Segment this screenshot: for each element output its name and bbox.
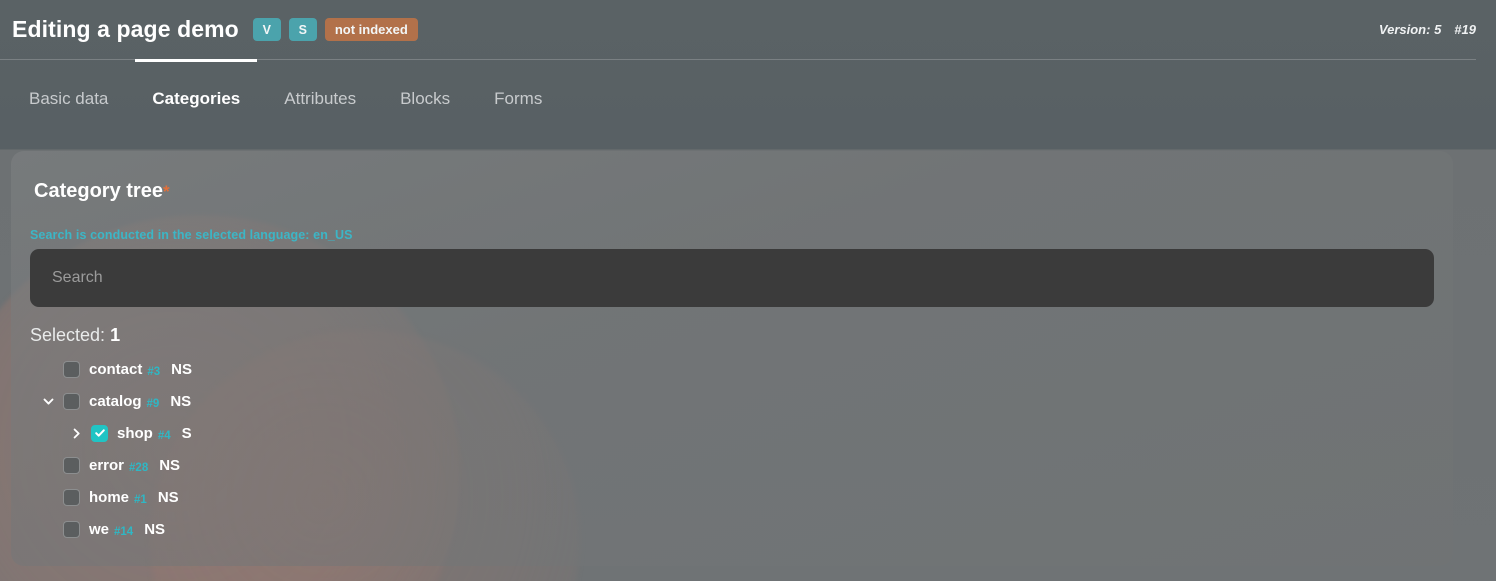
tree-node-id: #9: [146, 398, 160, 410]
chevron-right-icon[interactable]: [65, 427, 87, 440]
search-input[interactable]: [30, 249, 1434, 307]
tree-node-label[interactable]: contact: [89, 361, 142, 378]
category-tree-card: Category tree* Search is conducted in th…: [11, 151, 1453, 566]
page-header: Editing a page demo V Snot indexed Versio…: [0, 0, 1496, 59]
tree-node-id: #3: [147, 366, 161, 378]
checkbox-unchecked[interactable]: [63, 488, 80, 506]
page-title: Editing a page demo: [12, 16, 239, 42]
tree-node-id: #28: [129, 462, 149, 474]
selected-count-line: Selected: 1: [30, 325, 1432, 346]
tab-forms[interactable]: Forms: [494, 60, 542, 138]
version-label: Version: 5: [1378, 22, 1442, 37]
tab-bar: Basic data Categories Attributes Blocks Form…: [0, 59, 1496, 138]
header-badge-not-indexed: not indexed: [324, 18, 418, 41]
card-title: Category tree*: [34, 180, 1432, 203]
checkbox-checked[interactable]: [91, 424, 108, 442]
header-version-info: Version: 5 #19: [1379, 22, 1476, 37]
tree-node-flag: NS: [171, 360, 192, 378]
record-id-label: #19: [1454, 22, 1476, 37]
chevron-down-icon[interactable]: [37, 395, 59, 408]
tree-node-flag: NS: [170, 392, 192, 410]
tree-node-flag: NS: [159, 456, 181, 474]
header-badge-s: S: [288, 18, 317, 41]
tree-node-label[interactable]: we: [89, 521, 109, 538]
tree-node-flag: S: [181, 424, 192, 442]
tree-node-label[interactable]: shop: [117, 425, 153, 442]
tree-node-id: #4: [157, 430, 171, 442]
search-language-hint: Search is conducted in the selected lang…: [30, 228, 353, 242]
tree-row: catalog #9 NS: [32, 385, 1432, 417]
tree-row: we #14 NS: [32, 513, 1432, 545]
tree-node-label[interactable]: catalog: [89, 393, 142, 410]
tree-row: error #28 NS: [32, 449, 1432, 481]
selected-count-value: 1: [110, 325, 121, 345]
header-badges: V Snot indexed: [252, 18, 418, 41]
required-asterisk: *: [162, 182, 170, 201]
selected-label: Selected:: [30, 325, 106, 345]
tab-blocks[interactable]: Blocks: [400, 60, 450, 138]
checkbox-unchecked[interactable]: [63, 520, 80, 538]
checkbox-unchecked[interactable]: [63, 392, 80, 410]
tree-node-id: #1: [134, 494, 147, 506]
header-badge-v: V: [252, 18, 281, 41]
tab-categories[interactable]: Categories: [135, 59, 258, 138]
tab-basic-data[interactable]: Basic data: [29, 60, 108, 138]
tree-row: home #1 NS: [32, 481, 1432, 513]
tree-node-id: #14: [114, 526, 134, 538]
tree-node-label[interactable]: home: [89, 489, 129, 506]
checkbox-unchecked[interactable]: [63, 360, 80, 378]
card-title-text: Category tree: [34, 180, 163, 202]
category-tree: contact #3 NS catalog #9 NS shop #4 Serror #28 NS h…: [32, 353, 1432, 545]
tree-node-flag: NS: [157, 488, 179, 506]
tree-row: shop #4 S: [32, 417, 1432, 449]
tree-row: contact #3 NS: [32, 353, 1432, 385]
checkbox-unchecked[interactable]: [63, 456, 80, 474]
tree-node-flag: NS: [144, 520, 166, 538]
tree-node-label[interactable]: error: [89, 457, 124, 474]
tab-attributes[interactable]: Attributes: [284, 60, 356, 138]
